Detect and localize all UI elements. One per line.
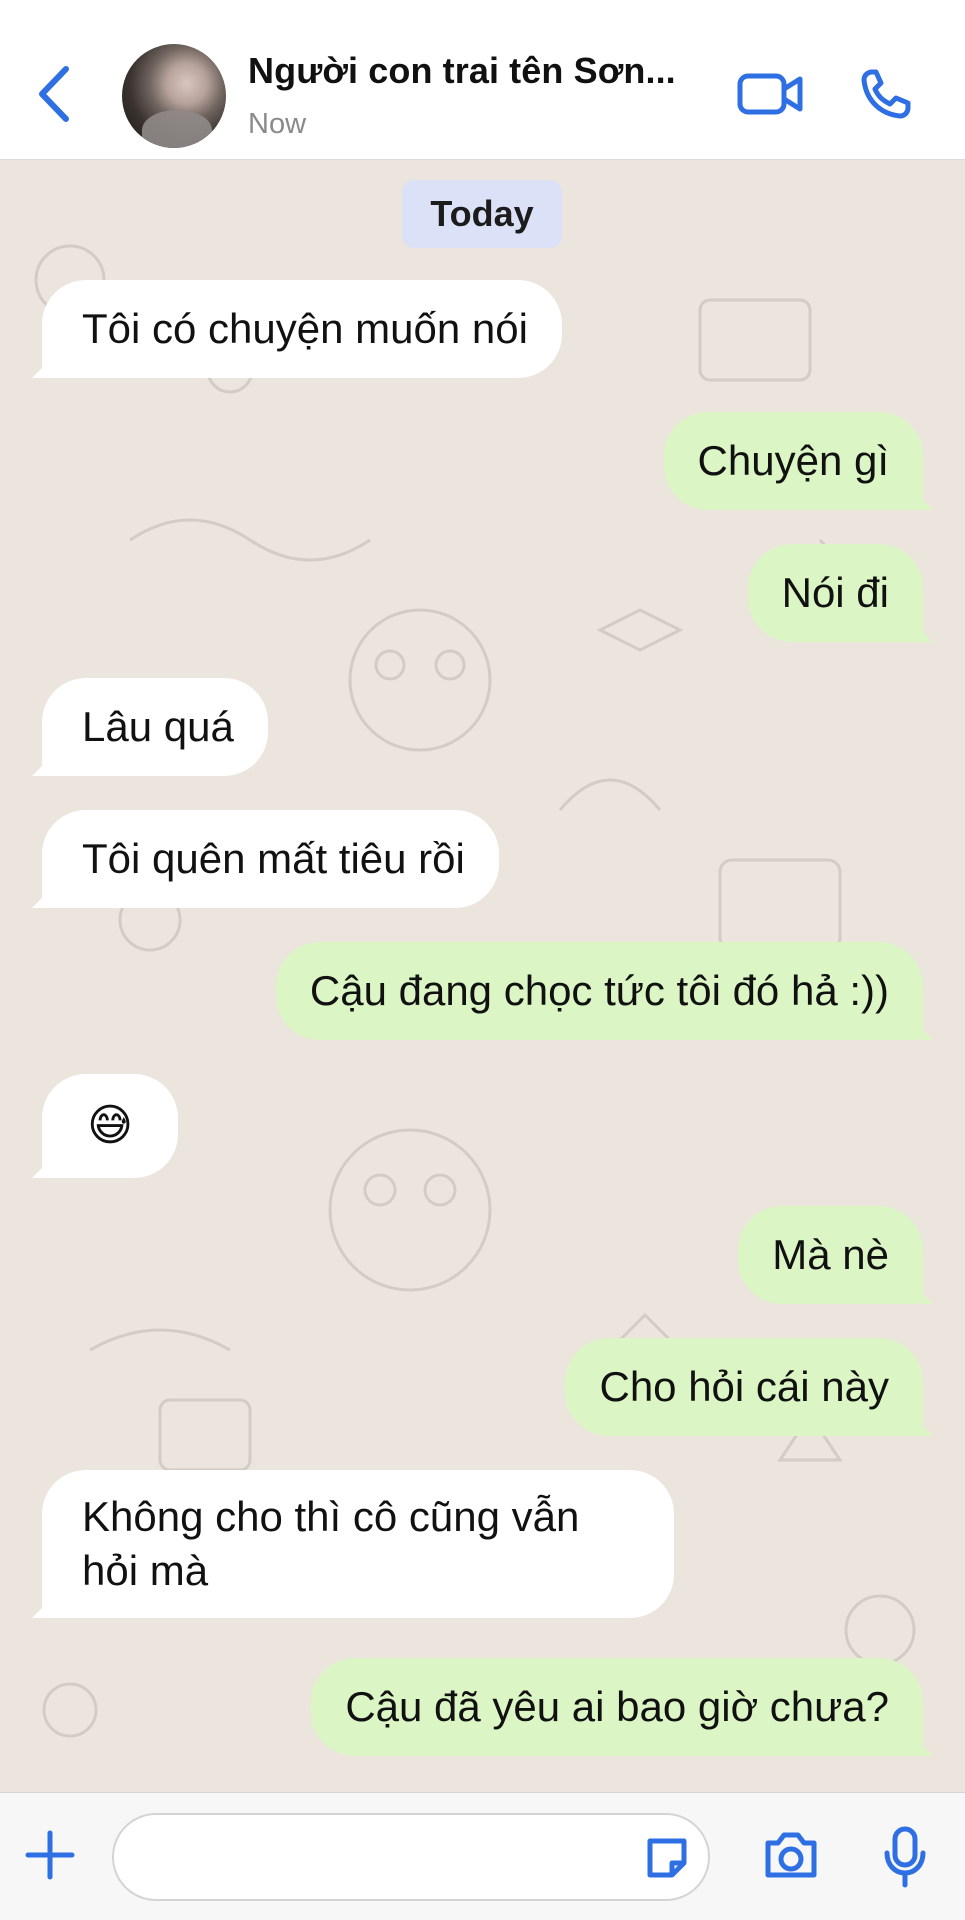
- message-bubble[interactable]: 😅: [42, 1074, 178, 1178]
- chat-area[interactable]: Today Tôi có chuyện muốn nói Chuyện gì N…: [0, 160, 965, 1792]
- contact-name[interactable]: Người con trai tên Sơn...: [248, 50, 676, 92]
- message-text: Cậu đang chọc tức tôi đó hả :)): [309, 967, 889, 1014]
- sticker-button[interactable]: [640, 1831, 694, 1885]
- plus-icon: [25, 1830, 75, 1880]
- message-text: Mà nè: [772, 1231, 889, 1278]
- message-bubble[interactable]: Cậu đã yêu ai bao giờ chưa?: [311, 1658, 923, 1756]
- message-bubble[interactable]: Tôi quên mất tiêu rồi: [42, 810, 499, 908]
- message-text: Cho hỏi cái này: [599, 1363, 889, 1410]
- message-text: Tôi có chuyện muốn nói: [82, 305, 528, 352]
- back-chevron-icon: [39, 66, 69, 122]
- video-call-button[interactable]: [736, 68, 806, 120]
- message-text: Nói đi: [781, 569, 889, 616]
- composer-bar: [0, 1792, 965, 1920]
- message-text: Không cho thì cô cũng vẫn hỏi mà: [82, 1493, 580, 1594]
- microphone-button[interactable]: [878, 1825, 932, 1889]
- message-text: Tôi quên mất tiêu rồi: [82, 835, 465, 882]
- chat-header: Người con trai tên Sơn... Now: [0, 0, 965, 160]
- camera-button[interactable]: [760, 1827, 822, 1883]
- message-bubble[interactable]: Tôi có chuyện muốn nói: [42, 280, 562, 378]
- phone-call-icon: [861, 69, 911, 119]
- message-bubble[interactable]: Không cho thì cô cũng vẫn hỏi mà: [42, 1470, 674, 1618]
- back-button[interactable]: [30, 58, 78, 130]
- avatar[interactable]: [122, 44, 226, 148]
- message-input[interactable]: [112, 1813, 710, 1901]
- voice-call-button[interactable]: [858, 66, 914, 122]
- message-text: Lâu quá: [82, 703, 234, 750]
- sticker-icon: [647, 1838, 687, 1878]
- message-text: Chuyện gì: [697, 437, 889, 484]
- microphone-icon: [884, 1826, 926, 1888]
- message-bubble[interactable]: Chuyện gì: [663, 412, 923, 510]
- message-text: 😅: [87, 1101, 133, 1150]
- message-bubble[interactable]: Cậu đang chọc tức tôi đó hả :)): [275, 942, 923, 1040]
- video-call-icon: [737, 73, 803, 115]
- message-bubble[interactable]: Mà nè: [738, 1206, 923, 1304]
- contact-status: Now: [248, 108, 307, 140]
- message-bubble[interactable]: Lâu quá: [42, 678, 268, 776]
- date-separator: Today: [402, 180, 562, 248]
- attach-button[interactable]: [22, 1827, 78, 1883]
- message-bubble[interactable]: Nói đi: [747, 544, 923, 642]
- message-text: Cậu đã yêu ai bao giờ chưa?: [345, 1683, 889, 1730]
- camera-icon: [765, 1832, 817, 1878]
- message-bubble[interactable]: Cho hỏi cái này: [565, 1338, 923, 1436]
